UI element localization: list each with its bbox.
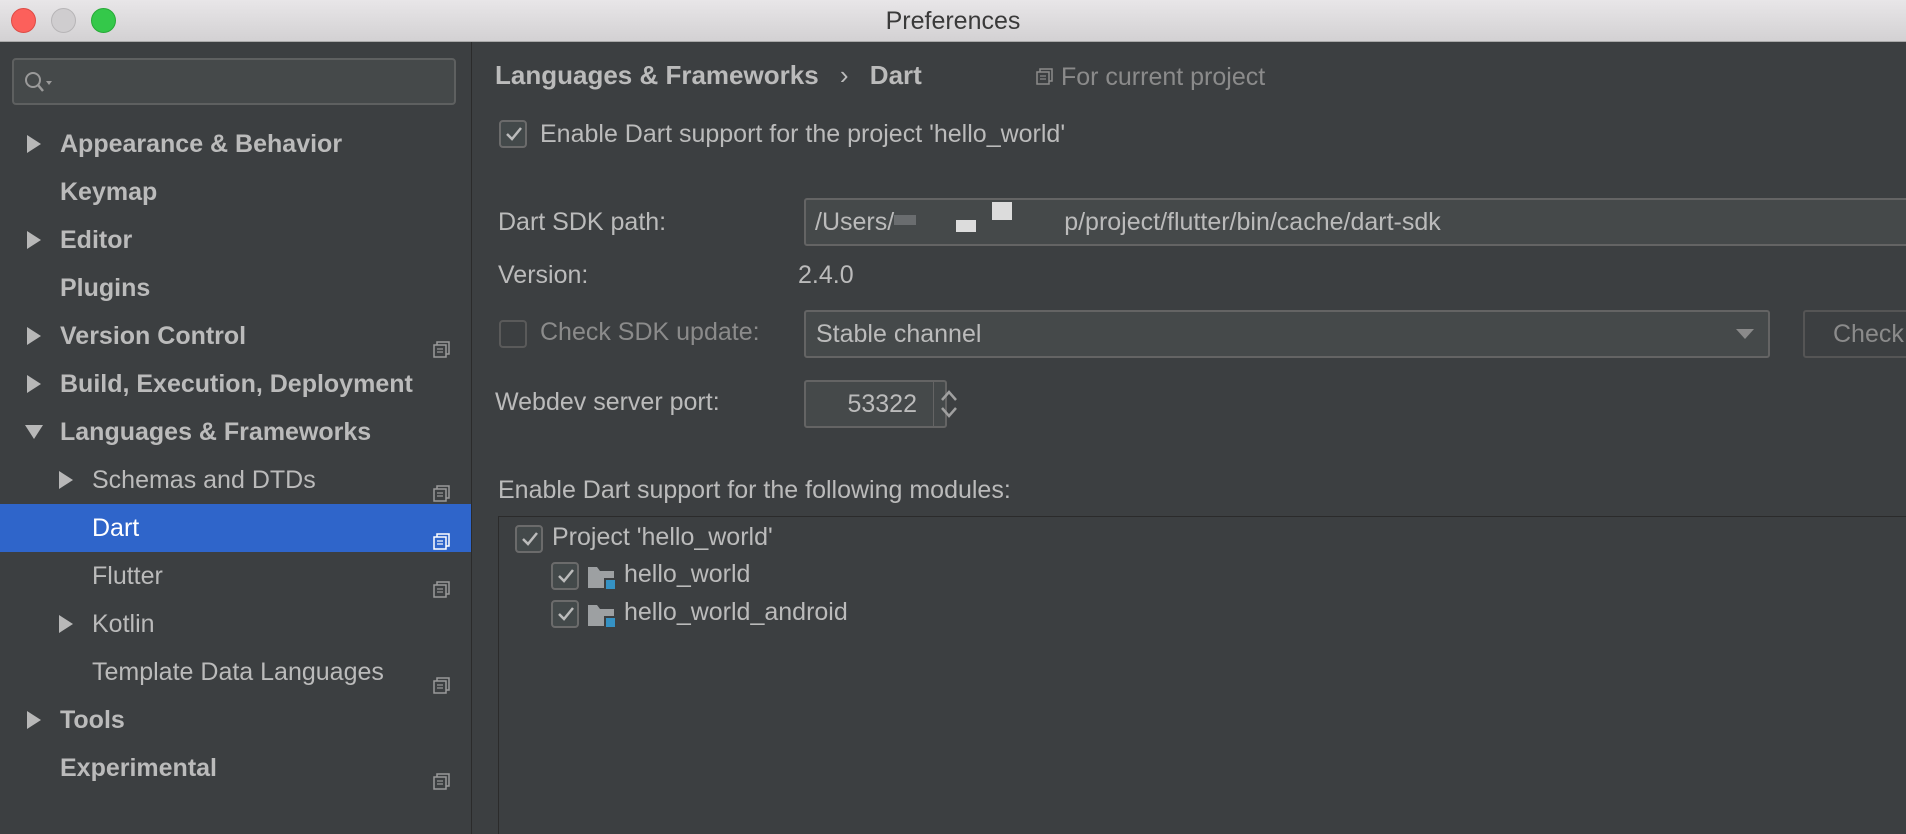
chevron-down-icon xyxy=(1736,329,1754,339)
project-module-label[interactable]: Project 'hello_world' xyxy=(552,523,773,552)
sidebar-item-label: Plugins xyxy=(60,274,151,302)
sdk-channel-value: Stable channel xyxy=(816,320,982,348)
sdk-path-redacted-3 xyxy=(988,202,1024,232)
title-bar: Preferences xyxy=(0,0,1906,42)
module-label[interactable]: hello_world_android xyxy=(624,598,848,627)
webdev-port-spinner[interactable]: 53322 xyxy=(804,380,957,428)
sidebar-item-version-control[interactable]: Version Control xyxy=(0,312,471,360)
preferences-window: Preferences Appearance & Behavior Keymap E… xyxy=(0,0,1906,834)
check-sdk-update-checkbox[interactable] xyxy=(499,320,527,348)
sidebar-item-plugins[interactable]: Plugins xyxy=(0,264,471,312)
breadcrumb-separator: › xyxy=(839,60,849,90)
expand-arrow-right-icon[interactable] xyxy=(24,312,44,360)
sidebar-item-build-execution-deployment[interactable]: Build, Execution, Deployment xyxy=(0,360,471,408)
sdk-path-label: Dart SDK path: xyxy=(498,208,667,236)
expand-arrow-right-icon[interactable] xyxy=(56,456,76,504)
project-scope-icon xyxy=(433,471,451,502)
modules-tree: Project 'hello_world' hello_world hello_w… xyxy=(498,516,1906,834)
module-folder-icon xyxy=(587,601,617,629)
check-sdk-update-label[interactable]: Check SDK update: xyxy=(540,318,760,347)
sidebar-item-label: Editor xyxy=(60,226,133,254)
checkmark-icon xyxy=(506,127,522,141)
sidebar-item-appearance-behavior[interactable]: Appearance & Behavior xyxy=(0,120,471,168)
webdev-port-label: Webdev server port: xyxy=(495,388,720,416)
project-module-checkbox[interactable] xyxy=(515,525,543,553)
expand-arrow-right-icon[interactable] xyxy=(24,696,44,744)
search-icon xyxy=(25,72,52,92)
sidebar-item-label: Template Data Languages xyxy=(92,658,384,686)
sidebar-item-label: Schemas and DTDs xyxy=(92,466,316,494)
sidebar-item-label: Experimental xyxy=(60,754,218,782)
settings-search-input[interactable] xyxy=(60,66,440,98)
sidebar-item-label: Keymap xyxy=(60,178,158,206)
breadcrumb-parent[interactable]: Languages & Frameworks xyxy=(495,60,819,90)
check-now-button[interactable]: Check xyxy=(1803,310,1906,358)
check-now-label: Check xyxy=(1833,320,1904,348)
project-scope-icon xyxy=(433,567,451,598)
sidebar-item-label: Languages & Frameworks xyxy=(60,418,372,446)
scope-label: For current project xyxy=(1060,63,1266,91)
sdk-path-redacted xyxy=(894,212,946,232)
version-value: 2.4.0 xyxy=(798,261,854,289)
module-checkbox[interactable] xyxy=(551,600,579,628)
breadcrumb-current: Dart xyxy=(869,60,922,90)
sidebar-item-editor[interactable]: Editor xyxy=(0,216,471,264)
settings-sidebar: Appearance & Behavior Keymap Editor Plugins… xyxy=(0,42,472,834)
modules-label: Enable Dart support for the following mo… xyxy=(498,476,1011,504)
sidebar-item-keymap[interactable]: Keymap xyxy=(0,168,471,216)
sidebar-item-label: Kotlin xyxy=(92,610,155,638)
sdk-path-field[interactable]: /Users/p/project/flutter/bin/cache/dart-… xyxy=(804,198,1906,246)
sdk-path-value-suffix: p/project/flutter/bin/cache/dart-sdk xyxy=(1064,208,1441,236)
checkmark-icon xyxy=(558,569,574,583)
expand-arrow-right-icon[interactable] xyxy=(56,600,76,648)
sdk-path-redacted-4 xyxy=(1024,212,1064,232)
expand-arrow-down-icon[interactable] xyxy=(24,408,44,456)
scope-indicator: For current project xyxy=(1036,63,1265,92)
module-label[interactable]: hello_world xyxy=(624,560,750,589)
sdk-path-redacted-2 xyxy=(946,212,988,232)
webdev-port-value: 53322 xyxy=(847,390,917,418)
dart-settings-panel: Languages & Frameworks › Dart For curren… xyxy=(473,42,1906,834)
expand-arrow-right-icon[interactable] xyxy=(24,120,44,168)
module-folder-icon xyxy=(587,563,617,591)
expand-arrow-right-icon[interactable] xyxy=(24,360,44,408)
sidebar-item-kotlin[interactable]: Kotlin xyxy=(0,600,471,648)
enable-dart-checkbox[interactable] xyxy=(499,120,527,148)
sidebar-item-label: Dart xyxy=(92,514,140,542)
settings-search-field[interactable] xyxy=(12,58,456,105)
sidebar-item-languages-frameworks[interactable]: Languages & Frameworks xyxy=(0,408,471,456)
project-scope-icon xyxy=(433,663,451,694)
breadcrumb: Languages & Frameworks › Dart xyxy=(495,60,922,91)
sidebar-item-flutter[interactable]: Flutter xyxy=(0,552,471,600)
expand-arrow-right-icon[interactable] xyxy=(24,216,44,264)
version-label: Version: xyxy=(498,261,589,289)
sidebar-item-schemas-and-dtds[interactable]: Schemas and DTDs xyxy=(0,456,471,504)
sdk-path-value: /Users/ xyxy=(815,208,895,236)
sidebar-item-experimental[interactable]: Experimental xyxy=(0,744,471,792)
sidebar-item-label: Tools xyxy=(60,706,125,734)
enable-dart-label[interactable]: Enable Dart support for the project 'hel… xyxy=(540,120,1065,149)
sidebar-item-template-data-languages[interactable]: Template Data Languages xyxy=(0,648,471,696)
sidebar-item-label: Version Control xyxy=(60,322,247,350)
project-scope-icon xyxy=(433,519,451,550)
checkmark-icon xyxy=(558,607,574,621)
window-title: Preferences xyxy=(885,7,1021,35)
sidebar-item-label: Flutter xyxy=(92,562,163,590)
project-scope-icon xyxy=(1036,68,1053,85)
sidebar-item-tools[interactable]: Tools xyxy=(0,696,471,744)
spinner-arrows-icon[interactable] xyxy=(939,386,959,422)
checkmark-icon xyxy=(522,532,538,546)
sidebar-item-label: Appearance & Behavior xyxy=(60,130,343,158)
sidebar-item-dart[interactable]: Dart xyxy=(0,504,471,552)
project-scope-icon xyxy=(433,759,451,790)
spinner-divider xyxy=(933,382,934,426)
project-scope-icon xyxy=(433,327,451,358)
sidebar-item-label: Build, Execution, Deployment xyxy=(60,370,413,398)
sdk-channel-dropdown[interactable]: Stable channel xyxy=(804,310,1770,358)
module-checkbox[interactable] xyxy=(551,562,579,590)
